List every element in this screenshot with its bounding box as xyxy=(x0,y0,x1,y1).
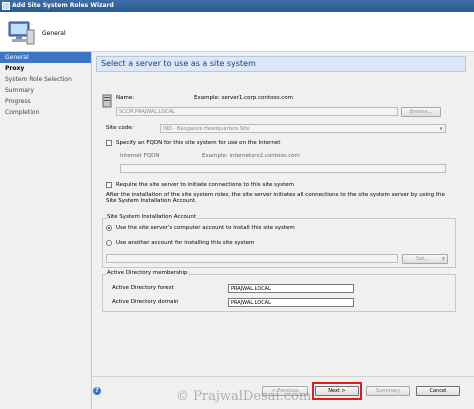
watermark: © PrajwalDesai.com xyxy=(176,389,312,404)
computer-icon xyxy=(8,21,35,45)
section-banner: Select a server to use as a site system xyxy=(96,56,466,72)
chevron-down-icon: ▼ xyxy=(439,126,443,131)
ad-domain-field[interactable]: PRAJWAL.LOCAL xyxy=(228,298,354,307)
browse-button[interactable]: Browse... xyxy=(401,107,441,117)
initiate-connections-label: Require the site server to initiate conn… xyxy=(116,182,295,188)
window-titlebar: Add Site System Roles Wizard xyxy=(0,0,474,12)
initiate-connections-checkbox[interactable] xyxy=(106,182,112,188)
site-code-dropdown[interactable]: IND - Bangalore Headquarters Site ▼ xyxy=(160,124,446,133)
set-button-label: Set... xyxy=(415,256,429,262)
chevron-down-icon: ▼ xyxy=(441,256,445,261)
name-label: Name: xyxy=(116,95,135,101)
ad-forest-field[interactable]: PRAJWAL.LOCAL xyxy=(228,284,354,293)
server-icon xyxy=(102,94,112,108)
sidebar-item-system-role-selection[interactable]: System Role Selection xyxy=(0,74,91,85)
radio-another-account[interactable] xyxy=(106,240,112,246)
name-field[interactable]: SCCM.PRAJWAL.LOCAL xyxy=(116,107,398,116)
wizard-icon xyxy=(2,2,10,10)
sidebar-item-general[interactable]: General xyxy=(0,52,91,63)
summary-button[interactable]: Summary xyxy=(366,386,410,396)
wizard-steps-sidebar: General Proxy System Role Selection Summ… xyxy=(0,52,92,409)
site-code-label: Site code: xyxy=(106,125,134,131)
account-field[interactable] xyxy=(106,254,398,263)
next-button-highlight xyxy=(312,382,362,400)
radio-another-account-label: Use another account for installing this … xyxy=(116,240,255,246)
wizard-content: Select a server to use as a site system … xyxy=(92,52,474,376)
internet-fqdn-example: Example: internetsrv2.contoso.com xyxy=(202,153,300,159)
site-code-value: IND - Bangalore Headquarters Site xyxy=(163,126,250,132)
set-button[interactable]: Set... ▼ xyxy=(402,254,448,264)
wizard-header: General xyxy=(0,12,474,52)
ad-membership-group-title: Active Directory membership xyxy=(106,270,189,276)
help-icon[interactable]: ? xyxy=(93,387,101,395)
ad-forest-label: Active Directory forest xyxy=(112,285,174,291)
sidebar-item-proxy[interactable]: Proxy xyxy=(0,63,91,74)
cancel-button[interactable]: Cancel xyxy=(416,386,460,396)
internet-fqdn-field[interactable] xyxy=(120,164,446,173)
fqdn-checkbox-label: Specify an FQDN for this site system for… xyxy=(116,140,281,146)
initiate-connections-note: After the installation of the site syste… xyxy=(106,192,445,204)
ad-domain-label: Active Directory domain xyxy=(112,299,179,305)
page-title: General xyxy=(42,30,66,37)
name-example: Example: server1.corp.contoso.com xyxy=(194,95,294,101)
internet-fqdn-label: Internet FQDN xyxy=(120,153,160,159)
fqdn-checkbox[interactable] xyxy=(106,140,112,146)
window-title: Add Site System Roles Wizard xyxy=(12,2,114,9)
radio-computer-account[interactable] xyxy=(106,225,112,231)
radio-computer-account-label: Use the site server's computer account t… xyxy=(116,225,295,231)
sidebar-item-progress[interactable]: Progress xyxy=(0,96,91,107)
install-account-group-title: Site System Installation Account xyxy=(106,214,197,220)
sidebar-item-completion[interactable]: Completion xyxy=(0,107,91,118)
sidebar-item-summary[interactable]: Summary xyxy=(0,85,91,96)
